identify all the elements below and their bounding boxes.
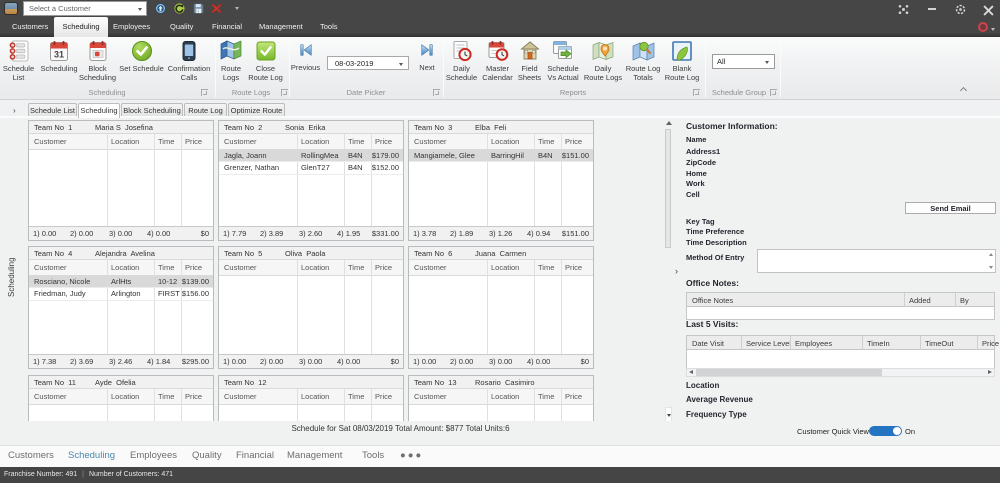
svg-text:31: 31: [54, 50, 64, 60]
